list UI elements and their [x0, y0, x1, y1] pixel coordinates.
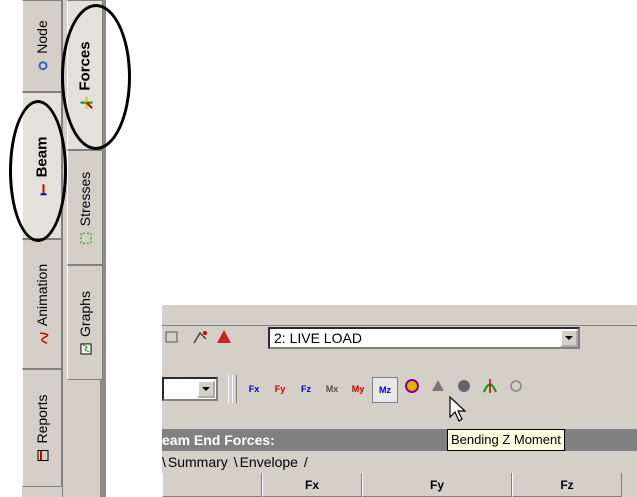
tab-node-label: Node [34, 20, 50, 54]
graphs-icon [79, 342, 92, 354]
my-button[interactable]: My [346, 377, 370, 401]
toolbar-icon-b[interactable] [190, 327, 210, 347]
panel-tabs: \ Summary \ Envelope / [162, 452, 637, 472]
tab-stresses[interactable]: Stresses [67, 150, 103, 265]
column-header-fy[interactable]: Fy [362, 473, 512, 497]
animation-icon [36, 332, 49, 344]
toolbar-icon-g[interactable] [478, 377, 502, 401]
node-icon [36, 60, 48, 72]
tab-graphs-label: Graphs [77, 290, 93, 337]
load-case-value: 2: LIVE LOAD [274, 330, 362, 346]
mz-label: Mz [379, 385, 391, 395]
outer-tab-strip: Node Beam Animation Reports [22, 0, 62, 497]
column-header-fx[interactable]: Fx [262, 473, 362, 497]
toolbar-icon-a[interactable] [162, 327, 182, 347]
panel-title-bar: eam End Forces: [162, 429, 637, 451]
tooltip-text: Bending Z Moment [451, 432, 561, 447]
toolbar-grip-2[interactable] [232, 375, 237, 403]
tab-reports[interactable]: Reports [22, 369, 62, 487]
tab-stresses-label: Stresses [77, 171, 93, 226]
tab-separator-3: / [303, 454, 308, 470]
column-header-fz[interactable]: Fz [512, 473, 622, 497]
toolbar-icon-c[interactable] [214, 327, 234, 347]
toolbar-icon-e[interactable] [426, 377, 450, 401]
my-label: My [351, 384, 365, 394]
panel-title: eam End Forces: [162, 432, 275, 448]
mz-button[interactable]: Mz [372, 377, 398, 403]
tab-separator: \ [162, 454, 166, 470]
tab-animation-label: Animation [34, 263, 50, 327]
reports-icon [36, 450, 49, 462]
tab-envelope[interactable]: Envelope [240, 454, 298, 470]
highlight-beam-ellipse [9, 100, 67, 242]
column-header-blank[interactable] [162, 473, 262, 497]
fx-button[interactable]: Fx [242, 377, 266, 401]
tooltip: Bending Z Moment [447, 429, 565, 451]
mouse-cursor-icon [449, 395, 467, 422]
toolbar-icon-h[interactable] [504, 377, 528, 401]
tab-separator-2: \ [233, 454, 238, 470]
load-case-select[interactable]: 2: LIVE LOAD [268, 327, 580, 349]
tab-graphs[interactable]: Graphs [67, 265, 103, 380]
tab-node[interactable]: Node [22, 0, 62, 92]
stresses-icon [79, 232, 92, 244]
highlight-forces-ellipse [61, 4, 131, 150]
tab-summary[interactable]: Summary [168, 454, 228, 470]
fy-button[interactable]: Fy [268, 377, 292, 401]
tab-animation[interactable]: Animation [22, 239, 62, 369]
secondary-dropdown-button[interactable] [197, 380, 215, 398]
fz-button[interactable]: Fz [294, 377, 318, 401]
load-case-dropdown-button[interactable] [560, 329, 578, 347]
mx-button[interactable]: Mx [320, 377, 344, 401]
toolbar-icon-d[interactable] [400, 377, 424, 401]
mx-label: Mx [325, 384, 339, 394]
fz-label: Fz [301, 384, 311, 394]
fy-label: Fy [274, 384, 286, 394]
table-header: Fx Fy Fz [162, 473, 637, 497]
window-top-edge [162, 305, 637, 326]
secondary-select[interactable] [162, 377, 218, 401]
tab-reports-label: Reports [34, 394, 50, 444]
fx-label: Fx [248, 384, 260, 394]
results-window: 2: LIVE LOAD Fx Fy Fz Mx My Mz eam End F… [162, 305, 637, 497]
